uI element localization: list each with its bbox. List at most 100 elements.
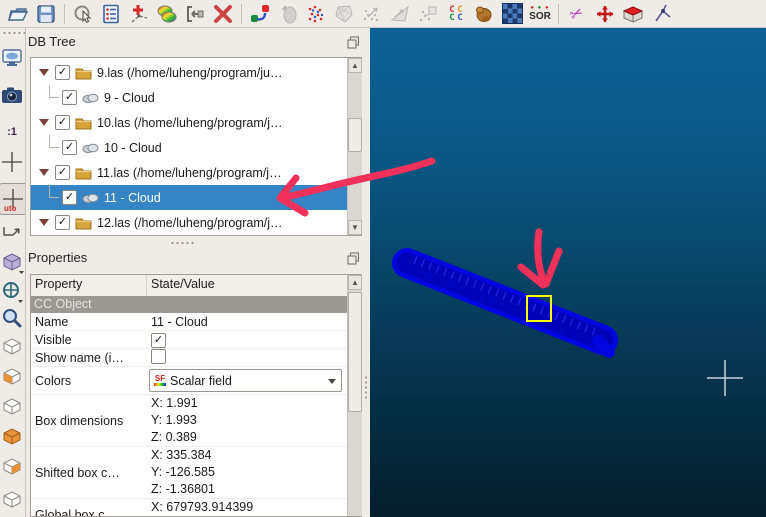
sor-filter-icon[interactable]: ● ● ● SOR bbox=[526, 1, 554, 27]
resample-icon[interactable] bbox=[302, 1, 330, 27]
sample-points-icon[interactable] bbox=[358, 1, 386, 27]
visible-checkbox[interactable] bbox=[151, 332, 166, 348]
qhpr-icon[interactable] bbox=[498, 1, 526, 27]
point-cloud-canvas bbox=[392, 248, 743, 396]
scalar-field-icon: SF bbox=[154, 375, 166, 386]
zoom-fit-icon[interactable] bbox=[0, 306, 24, 330]
expand-arrow-icon[interactable] bbox=[39, 69, 49, 76]
delete-icon[interactable] bbox=[209, 1, 237, 27]
expand-arrow-icon[interactable] bbox=[39, 219, 49, 226]
label-points-icon[interactable] bbox=[414, 1, 442, 27]
checkbox[interactable] bbox=[62, 140, 77, 155]
register-icon[interactable] bbox=[246, 1, 274, 27]
tree-item-label[interactable]: 10 - Cloud bbox=[104, 141, 162, 155]
prop-row-name: Name 11 - Cloud bbox=[31, 313, 348, 331]
tree-row-10cloud[interactable]: 10 - Cloud bbox=[31, 135, 362, 160]
colors-dropdown[interactable]: SF Scalar field bbox=[149, 369, 342, 392]
tree-branch bbox=[43, 185, 62, 210]
db-tree-title: DB Tree bbox=[28, 34, 76, 49]
checkbox[interactable] bbox=[62, 90, 77, 105]
tree-scrollbar[interactable]: ▲ ▼ bbox=[347, 58, 362, 235]
checkbox[interactable] bbox=[55, 65, 70, 80]
back-view-icon[interactable] bbox=[0, 425, 24, 449]
open-file-icon[interactable] bbox=[4, 1, 32, 27]
column-property[interactable]: Property bbox=[31, 275, 147, 296]
checkbox[interactable] bbox=[55, 115, 70, 130]
fine-registration-icon[interactable] bbox=[274, 1, 302, 27]
display-settings-icon[interactable] bbox=[0, 46, 24, 70]
cc-plugins-icon[interactable]: CCCC bbox=[442, 1, 470, 27]
checkbox[interactable] bbox=[55, 215, 70, 230]
left-view-icon[interactable] bbox=[0, 395, 24, 419]
bottom-view-icon[interactable] bbox=[0, 488, 24, 512]
tree-item-label[interactable]: 11.las (/home/luheng/program/j… bbox=[97, 166, 282, 180]
tree-row-9cloud[interactable]: 9 - Cloud bbox=[31, 85, 362, 110]
cloud-icon bbox=[82, 193, 99, 203]
main-toolbar: CCCC ● ● ● SOR ✂ bbox=[0, 0, 766, 28]
view-cube-icon[interactable] bbox=[0, 250, 24, 274]
point-list-picking-icon[interactable] bbox=[125, 1, 153, 27]
column-state-value[interactable]: State/Value bbox=[147, 275, 215, 296]
properties-list-icon[interactable] bbox=[97, 1, 125, 27]
scroll-up-button[interactable]: ▲ bbox=[348, 275, 362, 290]
tree-row-11cloud-selected[interactable]: 11 - Cloud bbox=[31, 185, 362, 210]
qransac-icon[interactable] bbox=[470, 1, 498, 27]
mesh-icon[interactable] bbox=[330, 1, 358, 27]
top-view-icon[interactable] bbox=[0, 335, 24, 359]
tree-item-label[interactable]: 10.las (/home/luheng/program/j… bbox=[97, 116, 283, 130]
show-name-checkbox[interactable] bbox=[151, 348, 166, 364]
tree-branch bbox=[43, 135, 62, 160]
float-dock-icon[interactable] bbox=[347, 252, 360, 265]
prop-row-colors: Colors SF Scalar field bbox=[31, 367, 348, 395]
tree-row-9las[interactable]: 9.las (/home/luheng/program/ju… bbox=[31, 60, 362, 85]
folder-icon bbox=[75, 68, 92, 79]
apply-transformation-icon[interactable] bbox=[181, 1, 209, 27]
screenshot-camera-icon[interactable] bbox=[0, 83, 24, 107]
float-dock-icon[interactable] bbox=[347, 36, 360, 49]
properties-scrollbar[interactable]: ▲ bbox=[347, 275, 362, 516]
cc-letter: C bbox=[457, 12, 463, 23]
pivot-visibility-icon[interactable] bbox=[0, 280, 24, 304]
expand-arrow-icon[interactable] bbox=[39, 119, 49, 126]
sor-label: SOR bbox=[529, 11, 551, 22]
dock-splitter[interactable] bbox=[362, 28, 370, 517]
shifted-x: X: 335.384 bbox=[151, 448, 212, 462]
cloud-icon bbox=[82, 93, 99, 103]
pivot-arrow-icon[interactable] bbox=[0, 220, 24, 244]
checkbox[interactable] bbox=[62, 190, 77, 205]
cross-section-icon[interactable] bbox=[619, 1, 647, 27]
expand-arrow-icon[interactable] bbox=[39, 169, 49, 176]
translate-rotate-icon[interactable] bbox=[591, 1, 619, 27]
save-icon[interactable] bbox=[32, 1, 60, 27]
prop-row-show-name: Show name (i… bbox=[31, 348, 348, 367]
zoom-1-1-icon[interactable]: :1 bbox=[0, 120, 24, 144]
front-view-icon[interactable] bbox=[0, 365, 24, 389]
tree-row-10las[interactable]: 10.las (/home/luheng/program/j… bbox=[31, 110, 362, 135]
scroll-down-button[interactable]: ▼ bbox=[348, 220, 362, 235]
set-pivot-icon[interactable] bbox=[0, 150, 24, 174]
scrollbar-thumb[interactable] bbox=[348, 292, 362, 412]
scrollbar-thumb[interactable] bbox=[348, 118, 362, 152]
right-view-icon[interactable] bbox=[0, 455, 24, 479]
db-tree-panel: 9.las (/home/luheng/program/ju… 9 - Clou… bbox=[30, 57, 363, 236]
splitter-grip[interactable] bbox=[364, 375, 368, 401]
colors-dropdown-value: Scalar field bbox=[170, 373, 232, 388]
picking-icon[interactable] bbox=[649, 1, 677, 27]
toolbar-separator bbox=[241, 3, 242, 24]
auto-pivot-button[interactable]: uto bbox=[0, 183, 25, 215]
segment-scissors-icon[interactable]: ✂ bbox=[563, 1, 591, 27]
checkbox[interactable] bbox=[55, 165, 70, 180]
pick-rotation-center-icon[interactable] bbox=[69, 1, 97, 27]
tree-item-label[interactable]: 12.las (/home/luheng/program/j… bbox=[97, 216, 283, 230]
tree-item-label[interactable]: 9 - Cloud bbox=[104, 91, 155, 105]
box-dim-x: X: 1.991 bbox=[151, 396, 198, 410]
tree-item-label[interactable]: 9.las (/home/luheng/program/ju… bbox=[97, 66, 283, 80]
scroll-up-button[interactable]: ▲ bbox=[348, 58, 362, 73]
tree-row-11las[interactable]: 11.las (/home/luheng/program/j… bbox=[31, 160, 362, 185]
colorize-icon[interactable] bbox=[153, 1, 181, 27]
tree-row-12las[interactable]: 12.las (/home/luheng/program/j… bbox=[31, 210, 362, 235]
tree-item-label[interactable]: 11 - Cloud bbox=[104, 191, 161, 205]
3d-viewport[interactable] bbox=[370, 28, 766, 517]
view-toolbar: :1 uto bbox=[0, 28, 26, 517]
mesh-sampling-icon[interactable] bbox=[386, 1, 414, 27]
